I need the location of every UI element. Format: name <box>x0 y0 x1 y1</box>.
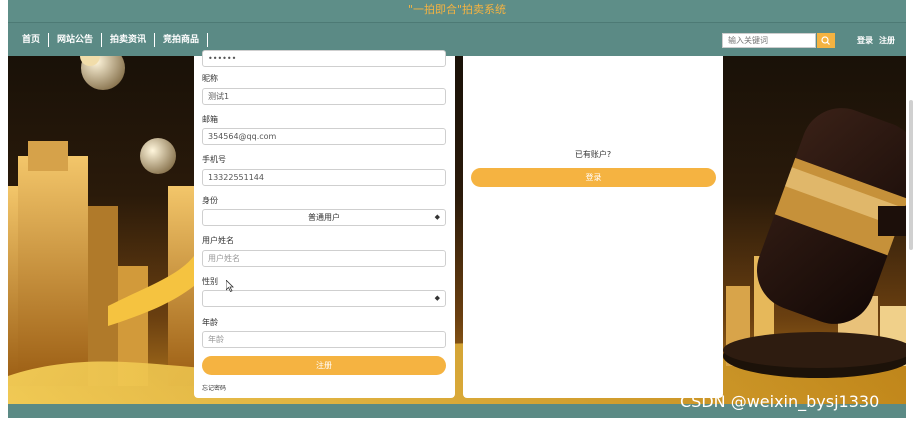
search-icon <box>821 36 830 45</box>
role-select-value: 普通用户 <box>308 213 340 222</box>
email-label: 邮箱 <box>202 115 218 124</box>
phone-label: 手机号 <box>202 155 226 164</box>
register-link[interactable]: 注册 <box>879 35 895 46</box>
title-bar: "一拍即合"拍卖系统 <box>8 0 906 22</box>
register-button[interactable]: 注册 <box>202 356 446 375</box>
site-title: "一拍即合"拍卖系统 <box>407 3 507 16</box>
password-field[interactable]: •••••• <box>202 50 446 67</box>
name-field[interactable]: 用户姓名 <box>202 250 446 267</box>
phone-field[interactable]: 13322551144 <box>202 169 446 186</box>
auth-links: 登录 注册 <box>857 23 895 57</box>
chevron-updown-icon: ◆ <box>434 294 440 302</box>
role-select[interactable]: 普通用户 ◆ <box>202 209 446 226</box>
search-button[interactable] <box>817 33 835 48</box>
have-account-text: 已有账户? <box>574 150 612 159</box>
register-form: •••••• 昵称 测试1 邮箱 354564@qq.com 手机号 13322… <box>194 50 455 398</box>
nickname-field[interactable]: 测试1 <box>202 88 446 105</box>
nav-bar: 首页 网站公告 拍卖资讯 竞拍商品 登录 注册 <box>8 22 906 56</box>
page: "一拍即合"拍卖系统 首页 网站公告 拍卖资讯 竞拍商品 登录 注册 <box>0 0 914 423</box>
role-label: 身份 <box>202 196 218 205</box>
nav-menu: 首页 网站公告 拍卖资讯 竞拍商品 <box>8 23 209 57</box>
nav-item-announcements[interactable]: 网站公告 <box>49 33 103 47</box>
forgot-password-link[interactable]: 忘记密码 <box>202 383 226 392</box>
email-field[interactable]: 354564@qq.com <box>202 128 446 145</box>
name-label: 用户姓名 <box>202 236 234 245</box>
nickname-label: 昵称 <box>202 74 218 83</box>
nav-item-home[interactable]: 首页 <box>8 33 50 47</box>
mouse-cursor-icon <box>226 280 234 292</box>
gender-label: 性别 <box>202 277 218 286</box>
age-field[interactable]: 年龄 <box>202 331 446 348</box>
scrollbar-thumb[interactable] <box>909 100 913 250</box>
watermark: CSDN @weixin_bysj1330 <box>680 392 880 411</box>
banner-artwork <box>8 56 906 404</box>
search-input[interactable] <box>722 33 816 48</box>
nav-item-auction-news[interactable]: 拍卖资讯 <box>102 33 156 47</box>
chevron-updown-icon: ◆ <box>434 213 440 221</box>
login-button[interactable]: 登录 <box>471 168 716 187</box>
age-label: 年龄 <box>202 318 218 327</box>
banner-background <box>8 56 906 404</box>
login-panel: 已有账户? 登录 <box>463 56 723 398</box>
nav-item-bidding-goods[interactable]: 竞拍商品 <box>155 33 209 47</box>
gender-select[interactable]: ◆ <box>202 290 446 307</box>
login-link[interactable]: 登录 <box>857 35 873 46</box>
